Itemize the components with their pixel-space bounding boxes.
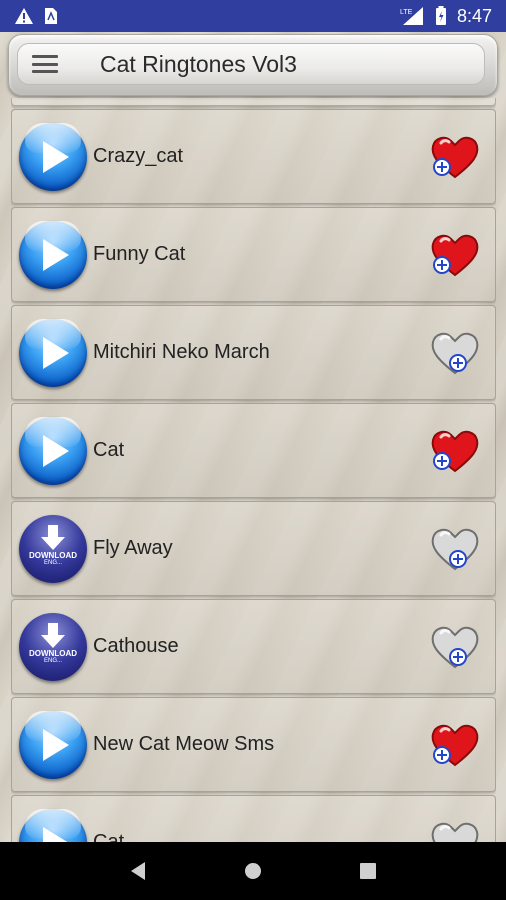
- ringtone-list[interactable]: Crazy_cat Funny Cat Mitchiri Neko March Cat…: [11, 98, 496, 842]
- toolbar-inner: Cat Ringtones Vol3: [17, 43, 485, 85]
- clock: 8:47: [456, 5, 492, 26]
- favorite-heart-icon[interactable]: [429, 427, 481, 475]
- list-top-edge: [11, 98, 496, 106]
- favorite-heart-icon[interactable]: [429, 231, 481, 279]
- play-button[interactable]: [19, 416, 87, 485]
- play-icon: [43, 336, 69, 369]
- ringtone-row[interactable]: New Cat Meow Sms: [11, 697, 496, 792]
- home-icon[interactable]: [238, 856, 268, 886]
- play-icon: [43, 434, 69, 467]
- download-arrow-icon: [41, 622, 65, 648]
- ringtone-title: Mitchiri Neko March: [93, 341, 270, 363]
- app-toolbar: Cat Ringtones Vol3: [8, 34, 498, 96]
- ringtone-row[interactable]: DOWNLOAD ENG... Cathouse: [11, 599, 496, 694]
- download-label: DOWNLOAD: [29, 648, 77, 658]
- status-left: [14, 7, 58, 25]
- download-sub-label: ENG...: [43, 657, 62, 664]
- ringtone-row[interactable]: Funny Cat: [11, 207, 496, 302]
- unfavorited-heart-icon[interactable]: [429, 525, 481, 573]
- ringtone-title: Fly Away: [93, 537, 173, 559]
- download-label: DOWNLOAD: [29, 550, 77, 560]
- unfavorited-heart-icon[interactable]: [429, 329, 481, 377]
- unfavorited-heart-icon[interactable]: [429, 623, 481, 671]
- ringtone-title: Cathouse: [93, 635, 179, 657]
- ringtone-title: Funny Cat: [93, 243, 186, 265]
- recents-icon[interactable]: [353, 856, 383, 886]
- favorite-heart-icon[interactable]: [429, 133, 481, 181]
- ringtone-row[interactable]: Crazy_cat: [11, 109, 496, 204]
- ringtone-title: Cat: [93, 439, 125, 461]
- play-button[interactable]: [19, 318, 87, 387]
- navigation-bar: [0, 842, 506, 900]
- play-button[interactable]: [19, 122, 87, 191]
- download-sub-label: ENG...: [43, 559, 62, 566]
- play-icon: [43, 140, 69, 173]
- ringtone-row[interactable]: Cat: [11, 795, 496, 842]
- download-arrow-icon: [41, 524, 65, 550]
- app-title: Cat Ringtones Vol3: [100, 50, 297, 77]
- network-label: LTE: [400, 9, 413, 16]
- play-button[interactable]: [19, 220, 87, 289]
- download-button[interactable]: DOWNLOAD ENG...: [19, 612, 87, 681]
- ringtone-title: New Cat Meow Sms: [93, 733, 275, 755]
- ringtone-title: Crazy_cat: [93, 145, 184, 167]
- status-right: LTE 8:47: [399, 6, 492, 27]
- warning-icon: [14, 7, 34, 25]
- ringtone-row[interactable]: Mitchiri Neko March: [11, 305, 496, 400]
- ringtone-title: Cat: [93, 831, 125, 842]
- battery-icon: [435, 6, 447, 26]
- favorite-heart-icon[interactable]: [429, 721, 481, 769]
- play-button[interactable]: [19, 710, 87, 779]
- ringtone-row[interactable]: Cat: [11, 403, 496, 498]
- ringtone-row[interactable]: DOWNLOAD ENG... Fly Away: [11, 501, 496, 596]
- hamburger-menu-icon[interactable]: [32, 55, 58, 73]
- back-icon[interactable]: [123, 856, 153, 886]
- play-icon: [43, 728, 69, 761]
- play-icon: [43, 826, 69, 842]
- play-button[interactable]: [19, 808, 87, 842]
- unfavorited-heart-icon[interactable]: [429, 819, 481, 842]
- sim-card-icon: [44, 7, 58, 25]
- download-button[interactable]: DOWNLOAD ENG...: [19, 514, 87, 583]
- play-icon: [43, 238, 69, 271]
- status-bar: LTE 8:47: [0, 0, 506, 32]
- lte-signal-icon: LTE: [399, 6, 425, 26]
